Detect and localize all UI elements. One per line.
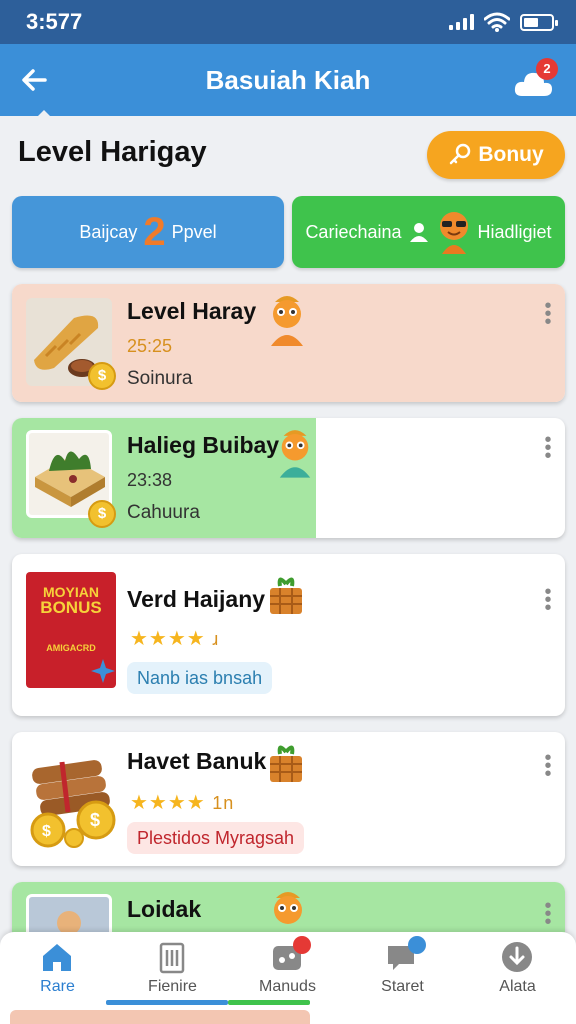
gift-basket-icon <box>270 745 302 782</box>
coin-icon: $ <box>88 500 116 528</box>
battery-icon <box>520 13 558 31</box>
toggle-right-label: Cariechaina <box>305 221 402 242</box>
svg-text:$: $ <box>42 823 51 840</box>
bonus-button[interactable]: Bonuy <box>427 131 565 179</box>
mascot-icon <box>271 296 303 346</box>
coin-icon: $ <box>88 362 116 390</box>
card-title: Loidak <box>127 896 202 922</box>
rating-stars: ★★★★ ɹ <box>130 628 220 650</box>
thumb-text-2: BONUS <box>40 598 102 617</box>
mascot-icon <box>279 430 311 478</box>
more-options-icon[interactable]: • • • <box>543 896 553 932</box>
section-title: Level Harigay <box>18 136 207 168</box>
building-icon <box>159 942 185 974</box>
list-item[interactable]: $ Level Haray 25:25 Soinura • • • <box>12 284 565 402</box>
status-tag: Nanb ias bnsah <box>127 662 273 694</box>
download-icon <box>502 942 532 972</box>
card-title: Havet Banuk <box>127 748 267 774</box>
toggle-left-button[interactable]: Baijcay 2 Ppvel <box>12 196 284 268</box>
card-time: 25:25 <box>127 336 173 356</box>
toggle-left-label-2: Ppvel <box>171 221 217 242</box>
thumb-text-3: AMIGACRD <box>46 643 96 653</box>
nav-badge <box>408 936 426 954</box>
gift-basket-icon <box>270 577 302 614</box>
toggle-left-number: 2 <box>143 209 166 254</box>
rating-stars: ★★★★ 1n <box>130 792 235 814</box>
card-time: 23:38 <box>127 470 173 490</box>
list-item[interactable]: MOYIAN BONUS AMIGACRD Verd Haijany ★★★★ … <box>12 554 565 716</box>
nav-badge <box>293 936 311 954</box>
nav-indicator-secondary <box>228 1000 310 1005</box>
svg-text:$: $ <box>90 810 100 830</box>
toggle-right-button[interactable]: Cariechaina Hiadligiet <box>292 196 565 268</box>
bonus-label: Bonuy <box>478 143 544 166</box>
card-subtitle: Soinura <box>127 368 193 389</box>
nav-item-alata[interactable]: Alata <box>460 932 575 1024</box>
header-notch <box>34 110 54 120</box>
status-time: 3:577 <box>26 9 83 34</box>
nav-label: Alata <box>499 978 536 995</box>
next-card-peek <box>10 1010 310 1024</box>
card-title: Level Haray <box>127 298 257 324</box>
app-header: Basuiah Kiah 2 <box>0 44 576 116</box>
pencil-key-icon <box>450 143 471 165</box>
sunglasses-mascot-icon <box>439 212 468 254</box>
status-icons <box>449 12 558 32</box>
more-options-icon[interactable]: • • • <box>543 582 553 618</box>
treasure-thumbnail: $ $ <box>22 744 128 854</box>
status-tag: Plestidos Myragsah <box>127 822 305 854</box>
back-arrow-icon <box>22 69 47 91</box>
card-title: Verd Haijany <box>127 586 266 612</box>
list-item[interactable]: $ $ Havet Banuk ★★★★ 1n Plestidos Myrags… <box>12 732 565 866</box>
signal-icon <box>449 14 474 30</box>
nav-label: Manuds <box>259 978 316 995</box>
more-options-icon[interactable]: • • • <box>543 296 553 332</box>
card-title: Halieg Buibay <box>127 432 280 458</box>
notifications-button[interactable]: 2 <box>514 58 558 100</box>
nav-item-staret[interactable]: Staret <box>345 932 460 1024</box>
sparkle-icon <box>91 659 115 683</box>
toggle-right-label-2: Hiadligiet <box>477 221 552 242</box>
person-icon <box>409 223 428 242</box>
nav-indicator <box>106 1000 228 1005</box>
nav-label: Rare <box>40 978 75 995</box>
nav-label: Fienire <box>148 978 197 995</box>
nav-label: Staret <box>381 978 424 995</box>
more-options-icon[interactable]: • • • <box>543 748 553 784</box>
more-options-icon[interactable]: • • • <box>543 430 553 466</box>
wifi-icon <box>484 12 510 32</box>
list-item[interactable]: $ Halieg Buibay 23:38 Cahuura • • • <box>12 418 565 538</box>
toggle-left-label: Baijcay <box>79 221 138 242</box>
notification-badge: 2 <box>536 58 558 80</box>
back-button[interactable] <box>16 62 52 98</box>
page-title: Basuiah Kiah <box>205 64 371 95</box>
home-icon <box>43 944 71 971</box>
card-subtitle: Cahuura <box>127 502 200 523</box>
status-bar: 3:577 <box>0 0 576 44</box>
